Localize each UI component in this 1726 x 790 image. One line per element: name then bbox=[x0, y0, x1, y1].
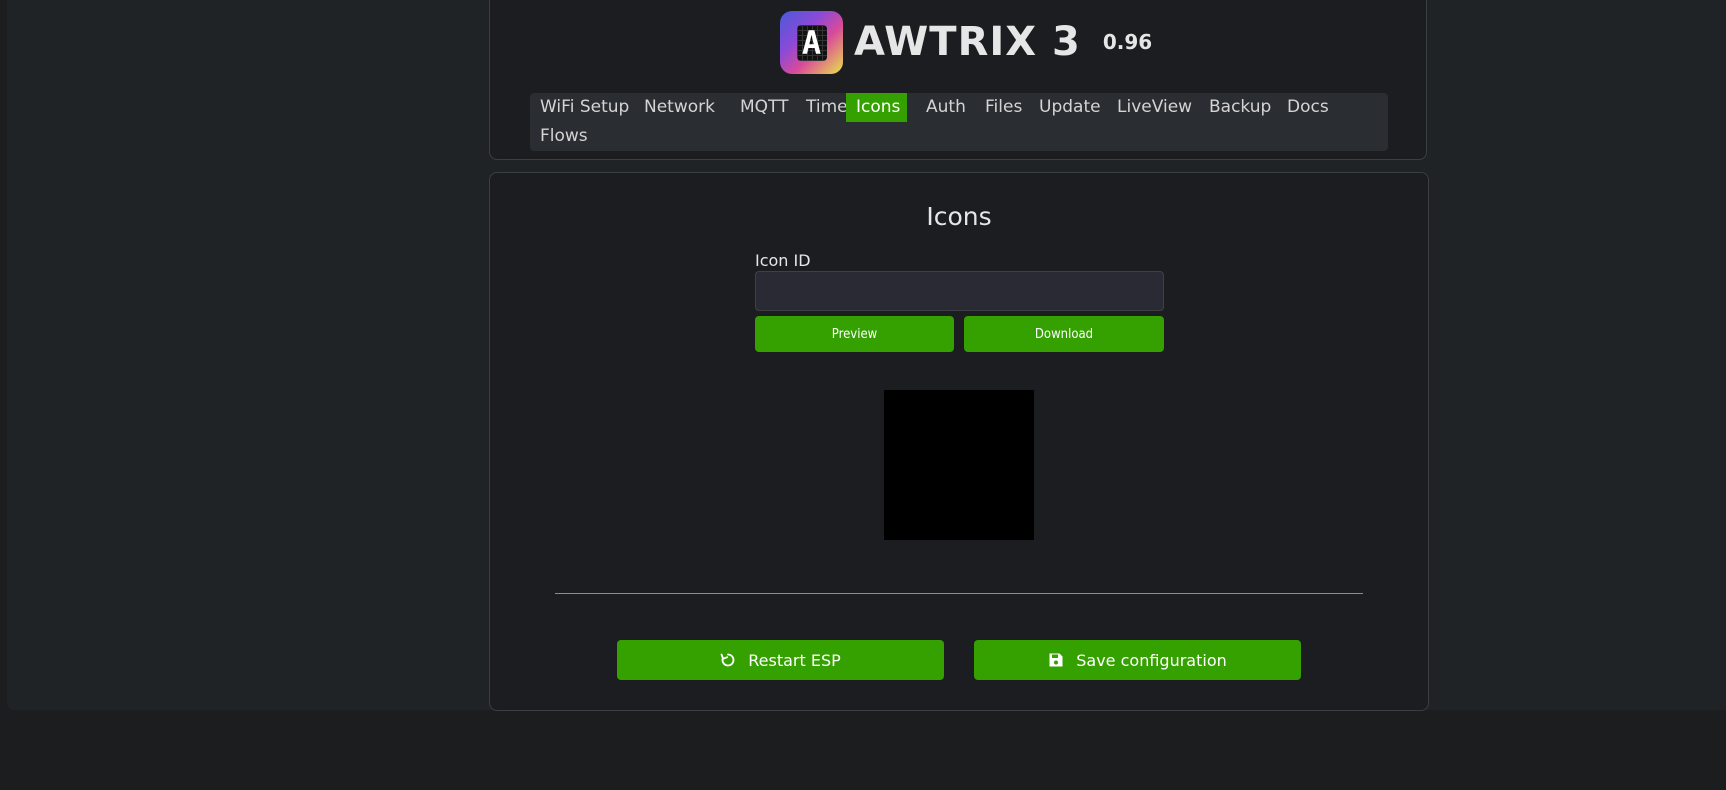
nav-item-backup[interactable]: Backup bbox=[1199, 93, 1281, 122]
nav-item-auth[interactable]: Auth bbox=[916, 93, 976, 122]
icon-preview-canvas bbox=[884, 390, 1034, 540]
nav-item-update[interactable]: Update bbox=[1029, 93, 1111, 122]
restart-esp-button[interactable]: Restart ESP bbox=[617, 640, 944, 680]
nav-item-liveview[interactable]: LiveView bbox=[1107, 93, 1202, 122]
nav-item-docs[interactable]: Docs bbox=[1277, 93, 1339, 122]
logo-glyph: A bbox=[801, 23, 822, 62]
save-configuration-button[interactable]: Save configuration bbox=[974, 640, 1301, 680]
icon-id-input[interactable] bbox=[755, 271, 1164, 311]
restart-icon bbox=[720, 653, 735, 667]
app-version: 0.96 bbox=[1102, 30, 1153, 54]
brand: A AWTRIX 3 0.96 bbox=[780, 10, 1152, 74]
awtrix-logo: A bbox=[780, 10, 843, 74]
nav-item-network[interactable]: Network bbox=[634, 93, 725, 122]
save-configuration-label: Save configuration bbox=[1076, 650, 1227, 670]
icon-id-label: Icon ID bbox=[755, 251, 811, 270]
floppy-disk-icon bbox=[1049, 653, 1063, 667]
nav-item-mqtt[interactable]: MQTT bbox=[730, 93, 799, 122]
preview-button[interactable]: Preview bbox=[755, 316, 954, 352]
download-button[interactable]: Download bbox=[964, 316, 1164, 352]
main-nav: WiFi Setup Network MQTT Time Icons Auth … bbox=[530, 93, 1388, 151]
nav-item-icons[interactable]: Icons bbox=[846, 93, 907, 122]
nav-item-files[interactable]: Files bbox=[975, 93, 1032, 122]
app-title: AWTRIX 3 bbox=[854, 19, 1081, 65]
page-title: Icons bbox=[926, 202, 992, 231]
nav-item-flows[interactable]: Flows bbox=[530, 122, 598, 151]
restart-esp-label: Restart ESP bbox=[748, 650, 841, 670]
divider bbox=[555, 593, 1363, 594]
nav-item-wifi-setup[interactable]: WiFi Setup bbox=[530, 93, 639, 122]
